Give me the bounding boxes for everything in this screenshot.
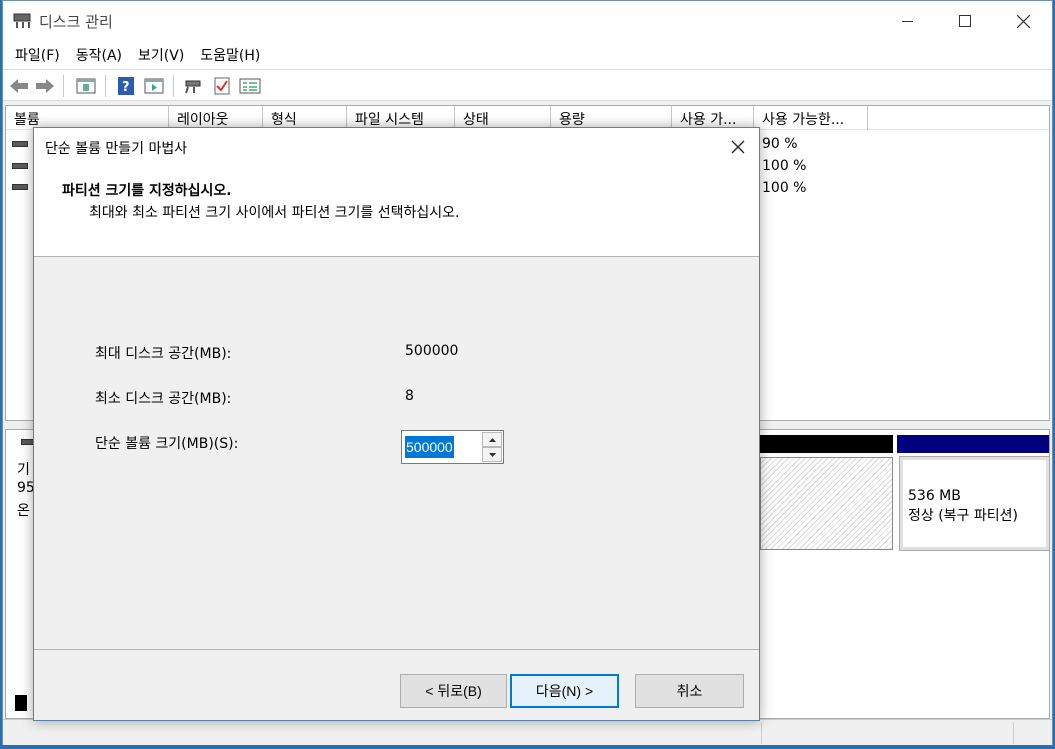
wizard-subheading: 최대와 최소 파티션 크기 사이에서 파티션 크기를 선택하십시오. <box>89 205 460 221</box>
primary-partition-header <box>897 435 1049 453</box>
menu-view[interactable]: 보기(V) <box>130 45 192 65</box>
close-window-button[interactable] <box>994 1 1052 41</box>
toolbar-separator <box>63 75 64 97</box>
volume-size-input[interactable]: 500000 <box>405 436 454 458</box>
recovery-partition[interactable]: 536 MB 정상 (복구 파티션) <box>899 456 1050 551</box>
percent-free-cell: 100 % <box>762 158 807 174</box>
wizard-title: 단순 볼륨 만들기 마법사 <box>45 141 188 157</box>
wizard-header: 단순 볼륨 만들기 마법사 파티션 크기를 지정하십시오. 최대와 최소 파티션… <box>34 128 759 257</box>
volume-list-icon <box>239 78 261 94</box>
menu-file[interactable]: 파일(F) <box>7 45 68 65</box>
connect-button[interactable] <box>183 75 205 97</box>
min-space-label: 최소 디스크 공간(MB): <box>95 391 232 407</box>
next-button[interactable]: 다음(N) > <box>510 674 619 708</box>
toolbar-separator <box>173 75 174 97</box>
max-space-label: 최대 디스크 공간(MB): <box>95 346 232 362</box>
legend-unallocated-swatch <box>15 695 27 711</box>
properties-panel-button[interactable] <box>75 75 97 97</box>
close-icon <box>731 140 745 154</box>
properties-panel-icon <box>76 78 96 94</box>
new-simple-volume-wizard: 단순 볼륨 만들기 마법사 파티션 크기를 지정하십시오. 최대와 최소 파티션… <box>33 127 760 721</box>
volume-size-stepper[interactable]: 500000 <box>401 430 504 464</box>
toolbar: ? <box>3 69 1052 101</box>
volume-size-label: 단순 볼륨 크기(MB)(S): <box>95 436 239 452</box>
window-title: 디스크 관리 <box>39 13 113 31</box>
volume-icon <box>12 184 28 190</box>
checklist-icon <box>214 77 230 95</box>
min-space-value: 8 <box>405 388 414 404</box>
forward-arrow-icon <box>36 79 54 93</box>
recovery-partition-size: 536 MB <box>908 488 961 504</box>
volume-icon <box>12 141 28 147</box>
title-bar: 디스크 관리 <box>3 1 1052 41</box>
wizard-close-button[interactable] <box>723 132 753 162</box>
menu-bar: 파일(F) 동작(A) 보기(V) 도움말(H) <box>3 41 1052 69</box>
back-arrow-icon <box>10 79 28 93</box>
cancel-button[interactable]: 취소 <box>635 674 744 708</box>
volume-list-button[interactable] <box>238 75 262 97</box>
maximize-icon <box>959 15 971 27</box>
console-tree-button[interactable] <box>143 75 165 97</box>
console-tree-icon <box>144 78 164 94</box>
unallocated-partition[interactable] <box>760 457 893 550</box>
svg-text:?: ? <box>122 80 130 95</box>
wizard-heading: 파티션 크기를 지정하십시오. <box>62 183 232 199</box>
status-divider <box>1013 722 1014 744</box>
max-space-value: 500000 <box>405 343 459 359</box>
percent-free-cell: 90 % <box>762 136 798 152</box>
menu-help[interactable]: 도움말(H) <box>192 45 268 65</box>
recovery-partition-status: 정상 (복구 파티션) <box>908 508 1018 524</box>
forward-button[interactable] <box>34 75 56 97</box>
back-button[interactable]: < 뒤로(B) <box>400 674 507 708</box>
maximize-button[interactable] <box>936 1 994 41</box>
back-button[interactable] <box>8 75 30 97</box>
stepper-up-button[interactable] <box>482 432 502 447</box>
chevron-up-icon <box>488 437 496 442</box>
unallocated-partition-header <box>760 435 893 453</box>
toolbar-separator <box>105 75 106 97</box>
close-icon <box>1016 14 1030 28</box>
menu-action[interactable]: 동작(A) <box>68 45 130 65</box>
volume-icon <box>12 163 28 169</box>
connect-icon <box>185 80 201 94</box>
column-percent-free[interactable]: 사용 가능한... <box>754 106 868 130</box>
wizard-footer-divider <box>34 649 759 650</box>
chevron-down-icon <box>488 452 496 457</box>
help-icon: ? <box>118 77 134 95</box>
status-bar <box>3 719 1052 745</box>
checklist-button[interactable] <box>211 75 233 97</box>
help-button[interactable]: ? <box>115 75 137 97</box>
disk-label: 기 <box>17 462 30 478</box>
disk-management-icon <box>13 13 31 28</box>
stepper-buttons <box>482 432 502 462</box>
stepper-down-button[interactable] <box>482 447 502 462</box>
status-divider <box>761 722 762 744</box>
minimize-button[interactable] <box>878 1 936 41</box>
minimize-icon <box>901 20 913 22</box>
percent-free-cell: 100 % <box>762 180 807 196</box>
disk-status: 온 <box>17 503 30 519</box>
